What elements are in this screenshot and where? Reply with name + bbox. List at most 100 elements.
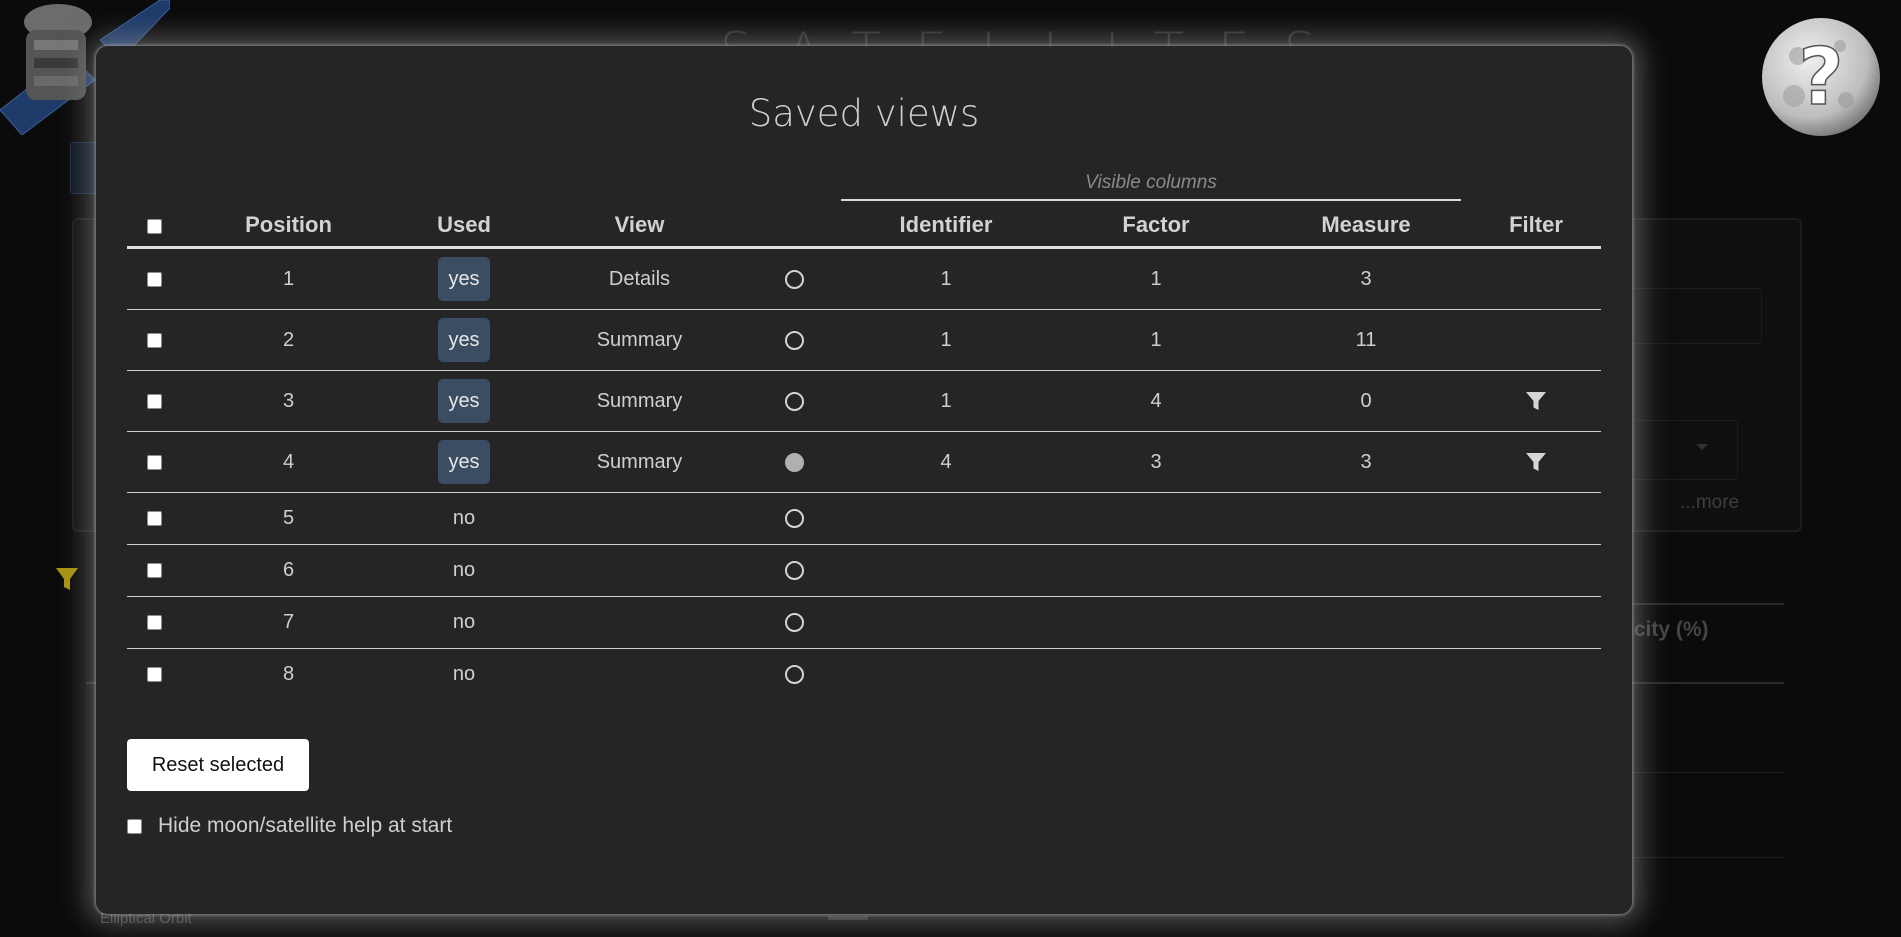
table-row: 2 yes Summary 1 1 11 [127, 309, 1601, 371]
row-identifier: 1 [841, 370, 1051, 432]
row-measure [1261, 649, 1471, 701]
saved-views-body: 1 yes Details 1 1 3 2 yes Summary 1 1 11 3 yes Summary… [127, 247, 1601, 701]
background-select[interactable] [1620, 420, 1738, 480]
active-view-radio[interactable] [784, 330, 804, 350]
column-header-filter: Filter [1471, 204, 1601, 249]
filter-icon[interactable] [1524, 389, 1548, 413]
row-measure [1261, 544, 1471, 597]
row-select-checkbox[interactable] [146, 454, 162, 470]
row-measure: 3 [1261, 247, 1471, 310]
row-identifier: 1 [841, 309, 1051, 371]
row-view: Summary [532, 370, 747, 432]
select-all-header [127, 204, 181, 249]
row-filter-cell [1471, 431, 1601, 493]
row-used-cell: no [396, 492, 532, 545]
table-row: 8 no [127, 649, 1601, 701]
active-view-radio[interactable] [784, 509, 804, 529]
row-position: 1 [181, 247, 396, 310]
active-view-radio[interactable] [784, 665, 804, 685]
row-position: 2 [181, 309, 396, 371]
row-used-cell: yes [396, 247, 532, 310]
row-used-cell: yes [396, 370, 532, 432]
row-view [532, 596, 747, 649]
moon-help-icon[interactable]: ? [1760, 16, 1882, 138]
row-factor: 1 [1051, 247, 1261, 310]
row-measure [1261, 596, 1471, 649]
row-active-cell [747, 370, 841, 432]
row-view: Summary [532, 309, 747, 371]
row-used-cell: no [396, 649, 532, 701]
row-filter-cell [1471, 649, 1601, 701]
background-column-header: icity (%) [1628, 618, 1709, 641]
row-factor [1051, 544, 1261, 597]
filter-icon[interactable] [56, 568, 78, 592]
app-root: SATELLITES ? ...more icit [0, 0, 1901, 937]
row-active-cell [747, 649, 841, 701]
background-input[interactable] [1620, 288, 1762, 344]
row-position: 5 [181, 492, 396, 545]
row-factor [1051, 492, 1261, 545]
column-header-active [747, 204, 841, 249]
row-select-checkbox[interactable] [146, 511, 162, 527]
active-view-radio[interactable] [784, 269, 804, 289]
row-measure: 11 [1261, 309, 1471, 371]
table-row: 1 yes Details 1 1 3 [127, 247, 1601, 310]
hide-help-option[interactable]: Hide moon/satellite help at start [127, 814, 452, 838]
row-factor: 3 [1051, 431, 1261, 493]
row-select-checkbox[interactable] [146, 332, 162, 348]
hide-help-checkbox[interactable] [127, 818, 142, 834]
row-position: 3 [181, 370, 396, 432]
row-identifier [841, 649, 1051, 701]
saved-views-modal: Saved views Visible columns Position Use… [96, 46, 1632, 914]
row-view: Details [532, 247, 747, 310]
background-more-link[interactable]: ...more [1680, 492, 1739, 514]
row-select-checkbox[interactable] [146, 615, 162, 631]
row-measure: 3 [1261, 431, 1471, 493]
row-view: Summary [532, 431, 747, 493]
row-select-checkbox[interactable] [146, 563, 162, 579]
row-select-checkbox[interactable] [146, 393, 162, 409]
table-row: 7 no [127, 596, 1601, 649]
table-row: 6 no [127, 544, 1601, 597]
row-active-cell [747, 492, 841, 545]
row-select-cell [127, 544, 181, 597]
row-factor: 4 [1051, 370, 1261, 432]
row-filter-cell [1471, 492, 1601, 545]
svg-text:?: ? [1798, 33, 1843, 123]
used-text: no [452, 559, 476, 581]
background-row-rule [1620, 772, 1784, 773]
background-scrollbar[interactable] [828, 916, 868, 920]
modal-title: Saved views [748, 92, 980, 135]
row-view [532, 492, 747, 545]
filter-icon[interactable] [1524, 450, 1548, 474]
row-used-cell: yes [396, 431, 532, 493]
row-position: 4 [181, 431, 396, 493]
row-active-cell [747, 596, 841, 649]
active-view-radio[interactable] [784, 452, 804, 472]
row-factor [1051, 649, 1261, 701]
select-all-checkbox[interactable] [146, 218, 162, 234]
row-active-cell [747, 247, 841, 310]
used-badge: yes [438, 257, 490, 301]
active-view-radio[interactable] [784, 613, 804, 633]
row-view [532, 544, 747, 597]
active-view-radio[interactable] [784, 391, 804, 411]
used-text: no [452, 611, 476, 633]
background-divider [1620, 603, 1784, 605]
reset-selected-button[interactable]: Reset selected [127, 739, 309, 791]
row-select-cell [127, 492, 181, 545]
active-view-radio[interactable] [784, 561, 804, 581]
row-identifier [841, 492, 1051, 545]
row-position: 6 [181, 544, 396, 597]
table-header-row: Position Used View Identifier Factor Mea… [127, 204, 1601, 249]
row-filter-cell [1471, 309, 1601, 371]
column-header-identifier: Identifier [841, 204, 1051, 249]
used-badge: yes [438, 318, 490, 362]
row-select-cell [127, 649, 181, 701]
table-row: 5 no [127, 492, 1601, 545]
visible-columns-rule [841, 199, 1461, 201]
row-identifier: 1 [841, 247, 1051, 310]
row-select-checkbox[interactable] [146, 271, 162, 287]
column-header-used: Used [396, 204, 532, 249]
row-select-checkbox[interactable] [146, 667, 162, 683]
